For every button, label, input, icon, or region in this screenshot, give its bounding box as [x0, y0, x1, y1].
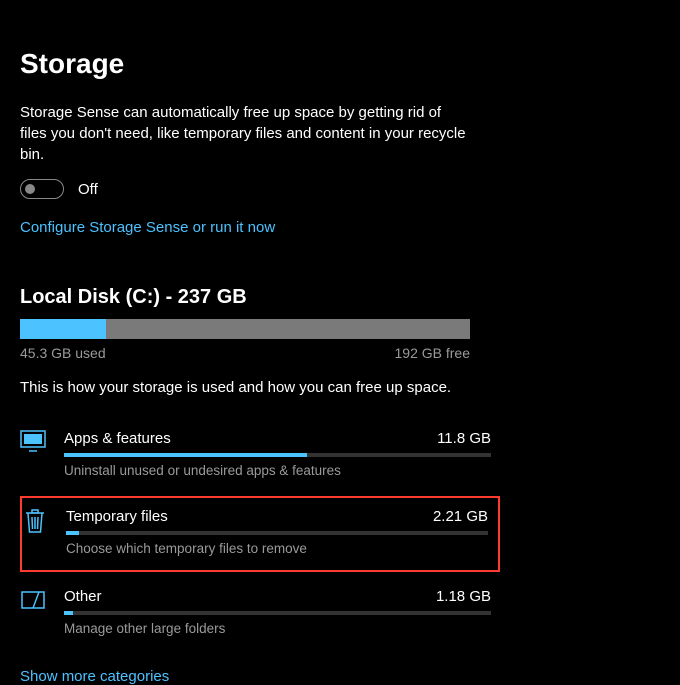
page-title: Storage — [20, 48, 680, 80]
toggle-knob — [25, 184, 35, 194]
category-name: Temporary files — [66, 508, 168, 525]
category-bar-fill — [66, 531, 79, 535]
disk-used-label: 45.3 GB used — [20, 345, 106, 361]
storage-sense-toggle-label: Off — [78, 181, 98, 198]
storage-sense-toggle-row: Off — [20, 179, 680, 199]
category-bar-fill — [64, 611, 73, 615]
category-row[interactable]: Apps & features 11.8 GB Uninstall unused o… — [20, 424, 495, 486]
category-bar — [64, 453, 491, 457]
disk-usage-figures: 45.3 GB used 192 GB free — [20, 345, 470, 361]
category-subtitle: Manage other large folders — [64, 621, 491, 636]
category-subtitle: Uninstall unused or undesired apps & fea… — [64, 463, 491, 478]
storage-sense-description: Storage Sense can automatically free up … — [20, 102, 470, 165]
category-bar — [64, 611, 491, 615]
category-row[interactable]: Temporary files 2.21 GB Choose which tempo… — [20, 496, 500, 572]
category-bar-fill — [64, 453, 307, 457]
disk-usage-bar — [20, 319, 470, 339]
local-disk-heading: Local Disk (C:) - 237 GB — [20, 286, 680, 309]
storage-sense-toggle[interactable] — [20, 179, 64, 199]
category-name: Apps & features — [64, 430, 171, 447]
trash-icon — [22, 508, 48, 534]
category-row[interactable]: Other 1.18 GB Manage other large folders — [20, 582, 495, 644]
category-subtitle: Choose which temporary files to remove — [66, 541, 488, 556]
category-list: Apps & features 11.8 GB Uninstall unused o… — [20, 424, 680, 644]
show-more-categories-link[interactable]: Show more categories — [20, 668, 169, 685]
category-name: Other — [64, 588, 102, 605]
category-size: 2.21 GB — [433, 508, 488, 525]
category-size: 11.8 GB — [437, 430, 491, 447]
disk-free-label: 192 GB free — [395, 345, 471, 361]
disk-usage-bar-used — [20, 319, 106, 339]
configure-storage-sense-link[interactable]: Configure Storage Sense or run it now — [20, 219, 275, 236]
category-bar — [66, 531, 488, 535]
rect-icon — [20, 588, 46, 614]
screen-icon — [20, 430, 46, 456]
category-size: 1.18 GB — [436, 588, 491, 605]
storage-explain: This is how your storage is used and how… — [20, 379, 680, 396]
